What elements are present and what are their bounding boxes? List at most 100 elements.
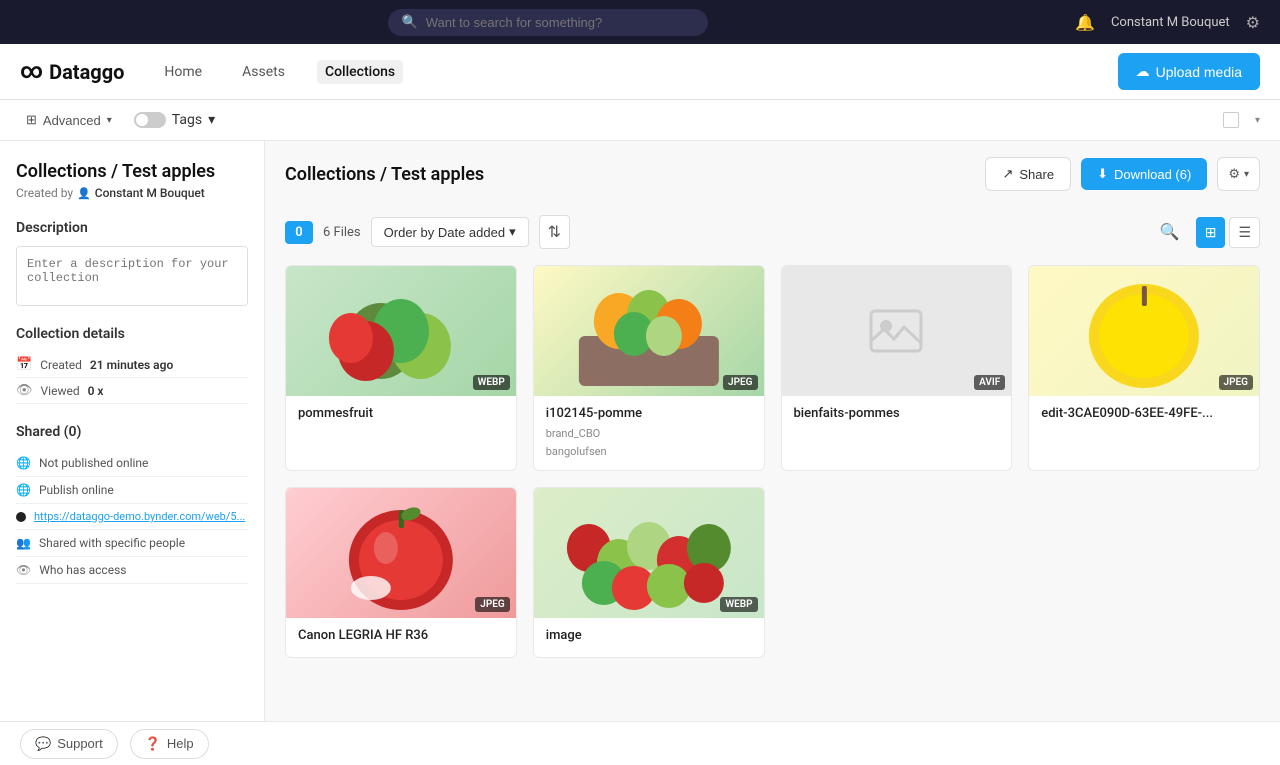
publish-online-item[interactable]: 🌐 Publish online: [16, 477, 248, 504]
logo-infinity-icon: ∞: [20, 59, 43, 84]
not-published-item[interactable]: 🌐 Not published online: [16, 450, 248, 477]
shared-section-title: Shared (0): [16, 424, 248, 440]
format-badge: JPEG: [1219, 375, 1253, 390]
format-badge: AVIF: [974, 375, 1005, 390]
order-chevron-icon: ▾: [509, 224, 516, 240]
eye-access-icon: 👁: [16, 563, 31, 577]
media-thumbnail: JPEG: [534, 266, 764, 396]
notification-icon[interactable]: 🔔: [1075, 13, 1095, 32]
who-access-item[interactable]: 👁 Who has access: [16, 557, 248, 584]
upload-media-button[interactable]: ☁ Upload media: [1118, 53, 1260, 90]
media-name: i102145-pomme: [546, 406, 752, 421]
media-info: bienfaits-pommes: [782, 396, 1012, 435]
tags-chevron-icon: ▾: [208, 112, 215, 128]
media-name: pommesfruit: [298, 406, 504, 421]
media-meta: brand_CBObangolufsen: [546, 425, 752, 460]
logo: ∞ Dataggo: [20, 59, 124, 84]
order-button[interactable]: Order by Date added ▾: [371, 217, 529, 247]
media-card[interactable]: JPEG i102145-pomme brand_CBObangolufsen: [533, 265, 765, 471]
share-url-item[interactable]: https://dataggo-demo.bynder.com/web/5...: [16, 504, 248, 530]
toolbar: ⊞ Advanced ▾ Tags ▾ ▾: [0, 100, 1280, 141]
grid-view-button[interactable]: ⊞: [1196, 217, 1226, 248]
description-input[interactable]: [16, 246, 248, 306]
sidebar: Collections / Test apples Created by 👤 C…: [0, 141, 265, 721]
shared-people-item[interactable]: 👥 Shared with specific people: [16, 530, 248, 557]
media-card[interactable]: WEBP image: [533, 487, 765, 658]
media-thumbnail: AVIF: [782, 266, 1012, 396]
media-card[interactable]: JPEG Canon LEGRIA HF R36: [285, 487, 517, 658]
list-view-button[interactable]: ☰: [1229, 217, 1260, 248]
globe-outline-icon: 🌐: [16, 483, 31, 497]
nav-assets[interactable]: Assets: [234, 60, 293, 84]
media-card[interactable]: JPEG edit-3CAE090D-63EE-49FE-...: [1028, 265, 1260, 471]
media-grid: WEBP pommesfruit: [285, 265, 1260, 658]
media-card[interactable]: AVIF bienfaits-pommes: [781, 265, 1013, 471]
created-by: Created by 👤 Constant M Bouquet: [16, 186, 248, 200]
footer: 💬 Support ❓ Help: [0, 721, 1280, 765]
topbar-right: 🔔 Constant M Bouquet ⚙: [1075, 13, 1260, 32]
globe-icon: 🌐: [16, 456, 31, 470]
logo-text: Dataggo: [49, 60, 124, 84]
description-section-title: Description: [16, 220, 248, 236]
toggle-thumb: [136, 114, 148, 126]
page-title: Collections / Test apples: [285, 164, 484, 185]
shared-section: Shared (0) 🌐 Not published online 🌐 Publ…: [16, 424, 248, 584]
support-button[interactable]: 💬 Support: [20, 729, 118, 759]
created-by-label: Created by: [16, 186, 73, 200]
navbar: ∞ Dataggo Home Assets Collections ☁ Uplo…: [0, 44, 1280, 100]
download-button[interactable]: ⬇ Download (6): [1081, 158, 1207, 190]
tags-toggle[interactable]: Tags ▾: [134, 112, 215, 128]
settings-icon[interactable]: ⚙: [1246, 13, 1260, 32]
media-name: Canon LEGRIA HF R36: [298, 628, 504, 643]
toggle-track[interactable]: [134, 112, 166, 128]
content-area: Collections / Test apples ↗ Share ⬇ Down…: [265, 141, 1280, 721]
share-button[interactable]: ↗ Share: [985, 157, 1071, 191]
calendar-icon: 📅: [16, 357, 32, 372]
media-name: bienfaits-pommes: [794, 406, 1000, 421]
media-info: i102145-pomme brand_CBObangolufsen: [534, 396, 764, 470]
view-toggle: ⊞ ☰: [1196, 217, 1260, 248]
checkbox-chevron-icon[interactable]: ▾: [1255, 115, 1260, 126]
media-card[interactable]: WEBP pommesfruit: [285, 265, 517, 471]
navbar-left: ∞ Dataggo Home Assets Collections: [20, 59, 403, 84]
media-thumbnail: JPEG: [286, 488, 516, 618]
people-icon: 👥: [16, 536, 31, 550]
collection-settings-button[interactable]: ⚙ ▾: [1217, 157, 1260, 191]
nav-home[interactable]: Home: [156, 60, 210, 84]
page-title-area: Collections / Test apples: [285, 164, 484, 185]
advanced-chevron-icon: ▾: [107, 115, 112, 126]
files-label: 6 Files: [323, 225, 361, 240]
search-input[interactable]: [426, 15, 694, 30]
media-thumbnail: WEBP: [286, 266, 516, 396]
nav-collections[interactable]: Collections: [317, 60, 403, 84]
media-thumbnail: WEBP: [534, 488, 764, 618]
media-name: image: [546, 628, 752, 643]
created-by-user: Constant M Bouquet: [95, 186, 205, 200]
filter-bar: 0 6 Files Order by Date added ▾ ⇅ 🔍 ⊞ ☰: [285, 215, 1260, 249]
selected-count-badge: 0: [285, 221, 313, 244]
created-detail: 📅 Created 21 minutes ago: [16, 352, 248, 378]
gear-icon: ⚙: [1228, 166, 1240, 182]
topbar: 🔍 🔔 Constant M Bouquet ⚙: [0, 0, 1280, 44]
upload-icon: ☁: [1136, 63, 1150, 80]
main-content: Collections / Test apples Created by 👤 C…: [0, 141, 1280, 721]
grid-search-button[interactable]: 🔍: [1154, 216, 1186, 248]
format-badge: JPEG: [475, 597, 509, 612]
advanced-button[interactable]: ⊞ Advanced ▾: [20, 108, 118, 132]
help-button[interactable]: ❓ Help: [130, 729, 209, 759]
collection-details: Collection details 📅 Created 21 minutes …: [16, 326, 248, 404]
eye-icon: 👁: [16, 383, 33, 398]
format-badge: WEBP: [473, 375, 510, 390]
select-all-checkbox[interactable]: [1223, 112, 1239, 128]
user-name: Constant M Bouquet: [1111, 15, 1230, 30]
media-info: image: [534, 618, 764, 657]
search-container[interactable]: 🔍: [388, 9, 708, 36]
content-inner: 0 6 Files Order by Date added ▾ ⇅ 🔍 ⊞ ☰: [265, 199, 1280, 674]
placeholder-image-icon: [866, 301, 926, 361]
media-name: edit-3CAE090D-63EE-49FE-...: [1041, 406, 1247, 421]
breadcrumb: Collections / Test apples: [16, 161, 248, 182]
filter-sort-button[interactable]: ⇅: [539, 215, 570, 249]
format-badge: JPEG: [723, 375, 757, 390]
filter-icon: ⊞: [26, 112, 37, 128]
help-icon: ❓: [145, 736, 161, 752]
